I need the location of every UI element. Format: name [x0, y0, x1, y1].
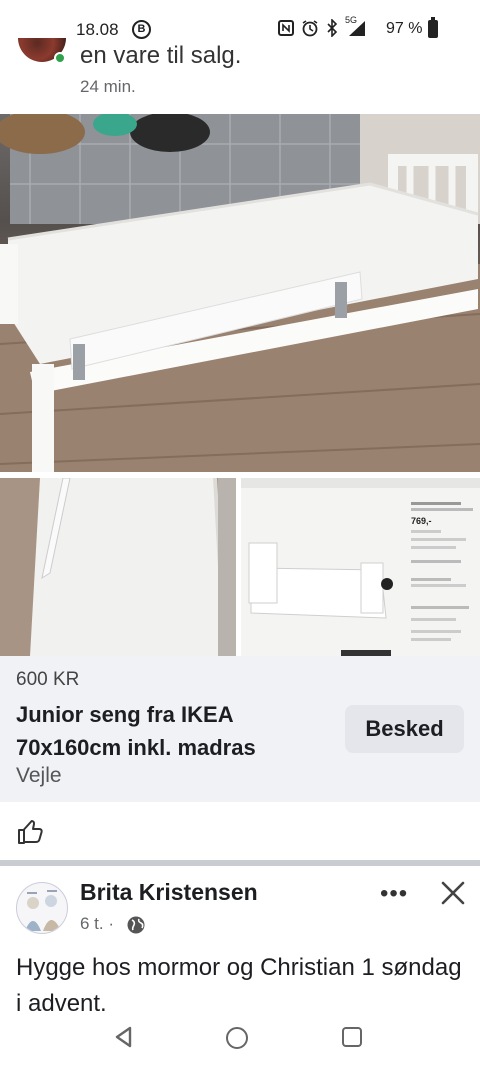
listing-location: Vejle — [16, 764, 62, 787]
post-author[interactable]: Brita Kristensen — [80, 879, 258, 906]
bluetooth-icon — [327, 19, 338, 37]
battery-icon — [428, 17, 438, 38]
message-button[interactable]: Besked — [345, 705, 464, 753]
listing-photo-2[interactable] — [0, 478, 236, 656]
status-icons: 5G — [278, 15, 367, 37]
ikea-price-text: 769,- — [411, 516, 432, 526]
listing-photo-3-ikea-screenshot[interactable]: 769,- — [241, 478, 480, 656]
more-icon[interactable]: ••• — [380, 880, 408, 908]
alarm-icon — [302, 20, 318, 37]
avatar-drawing — [25, 890, 61, 931]
bed-photo-illustration — [0, 114, 480, 472]
recent-apps-icon[interactable] — [342, 1027, 362, 1047]
post-divider — [0, 860, 480, 866]
b-badge-icon: B — [132, 20, 151, 39]
status-bar: 18.08 B 5G 97 % — [0, 0, 480, 46]
online-status-dot — [54, 52, 66, 64]
home-icon[interactable] — [226, 1027, 248, 1049]
battery-percent: 97 % — [386, 20, 423, 37]
post-time: 24 min. — [80, 77, 136, 96]
listing-price: 600 KR — [16, 669, 80, 690]
listing-photo-main[interactable] — [0, 114, 480, 472]
seller-avatar[interactable] — [18, 38, 66, 64]
status-time: 18.08 — [76, 20, 119, 39]
mattress-photo-illustration — [0, 478, 236, 656]
nfc-icon — [278, 20, 294, 36]
back-icon[interactable] — [112, 1025, 136, 1049]
like-icon[interactable] — [16, 818, 44, 846]
post-summary: en vare til salg. — [80, 42, 242, 69]
author-avatar[interactable] — [16, 882, 68, 934]
globe-icon — [127, 916, 145, 934]
ikea-screenshot-illustration: 769,- — [241, 478, 480, 656]
listing-title[interactable]: Junior seng fra IKEA 70x160cm inkl. madr… — [16, 698, 316, 764]
post-text: Hygge hos mormor og Christian 1 søndag i… — [16, 954, 462, 1016]
signal-icon: 5G — [345, 15, 367, 37]
close-icon[interactable] — [440, 880, 466, 906]
post-time-next: 6 t. · — [80, 914, 115, 933]
